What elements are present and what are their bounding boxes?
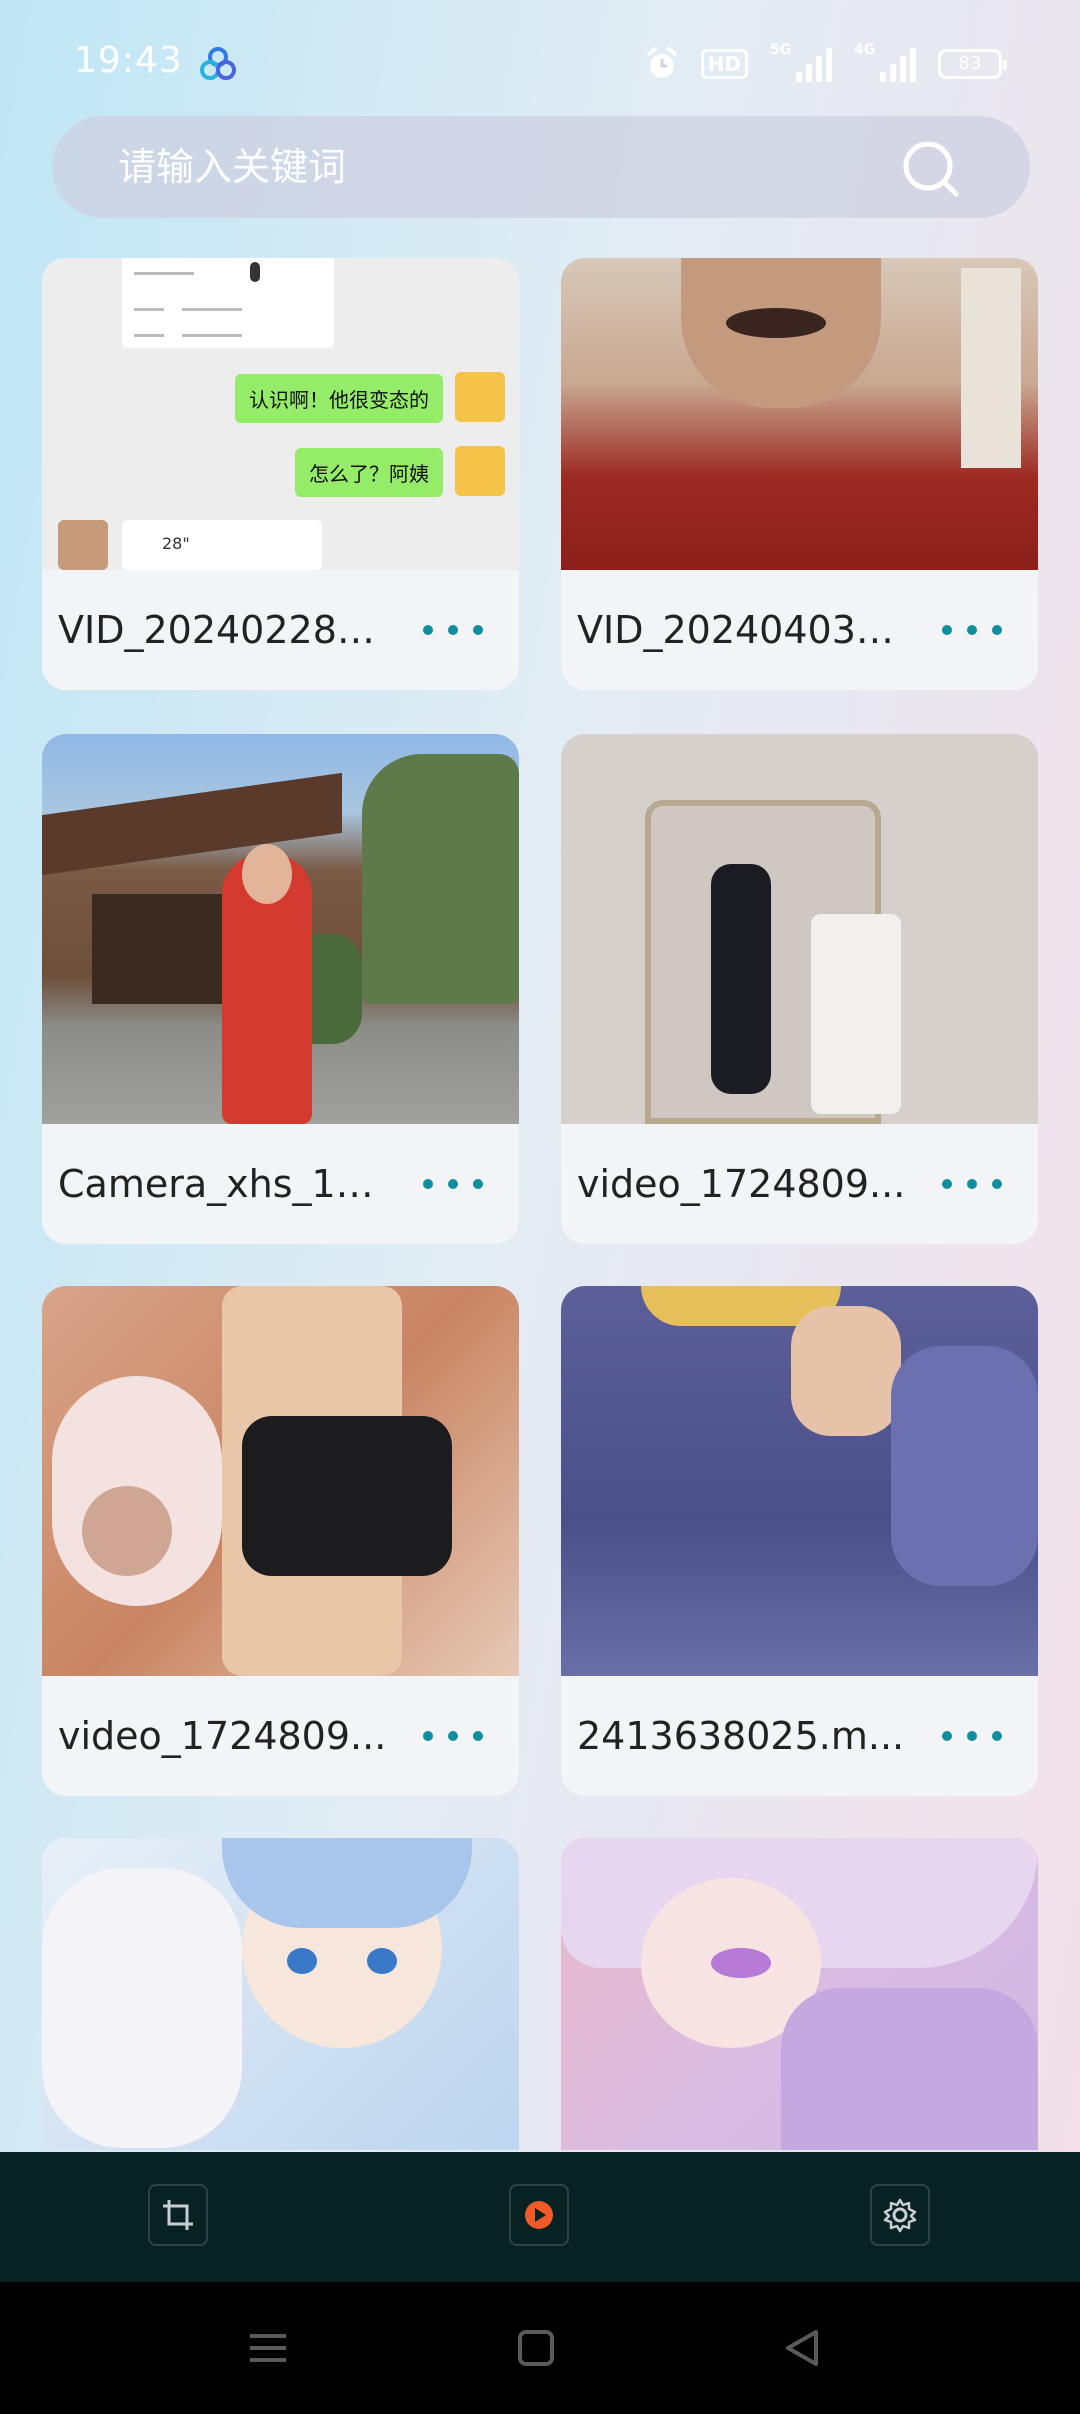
settings-icon [883,2198,917,2233]
video-title: VID_20240228_... [58,608,388,652]
menu-icon[interactable] [242,2322,294,2374]
more-options-button[interactable] [423,1166,483,1202]
tab-play[interactable] [509,2184,569,2246]
crop-icon [163,2200,193,2230]
video-card[interactable]: Camera_xhs_17... [42,734,519,1244]
video-title: VID_20240403_... [577,608,907,652]
play-icon [525,2201,553,2229]
chat-profile-snippet [122,258,334,348]
more-options-button[interactable] [423,612,483,648]
video-thumbnail[interactable]: 认识啊！他很变态的 怎么了？阿姨 28" [42,258,519,571]
more-options-button[interactable] [942,612,1002,648]
video-thumbnail[interactable] [561,258,1038,571]
video-grid: 认识啊！他很变态的 怎么了？阿姨 28" VID_20240228_... VI… [0,0,1080,2150]
video-card[interactable]: 2413638025.m... [561,1286,1038,1796]
video-thumbnail[interactable] [561,1286,1038,1676]
voice-duration: 28" [162,534,190,553]
tab-crop[interactable] [148,2184,208,2246]
video-title: 2413638025.m... [577,1714,905,1758]
video-card[interactable]: video_1724809... [42,1286,519,1796]
home-icon[interactable] [510,2322,562,2374]
tab-settings[interactable] [870,2184,930,2246]
chat-avatar-icon [455,372,505,422]
search-icon[interactable] [900,138,962,200]
video-thumbnail[interactable] [42,1838,519,2150]
chat-avatar-icon [455,446,505,496]
video-card[interactable]: video_1724809... [561,734,1038,1244]
search-bar[interactable] [52,116,1030,218]
voice-message: 28" [122,520,322,570]
video-card[interactable] [561,1838,1038,2150]
chat-bubble: 认识啊！他很变态的 [235,374,443,423]
more-options-button[interactable] [423,1718,483,1754]
system-nav-bar [0,2282,1080,2414]
video-thumbnail[interactable] [42,1286,519,1676]
search-input[interactable] [118,140,878,194]
video-title: video_1724809... [577,1162,906,1206]
video-title: Camera_xhs_17... [58,1162,388,1206]
video-card[interactable] [42,1838,519,2150]
chat-bubble: 怎么了？阿姨 [295,448,443,497]
more-options-button[interactable] [942,1166,1002,1202]
more-options-button[interactable] [942,1718,1002,1754]
video-card[interactable]: 认识啊！他很变态的 怎么了？阿姨 28" VID_20240228_... [42,258,519,690]
video-title: video_1724809... [58,1714,387,1758]
video-thumbnail[interactable] [561,1838,1038,2150]
video-thumbnail[interactable] [561,734,1038,1124]
video-thumbnail[interactable] [42,734,519,1124]
back-icon[interactable] [776,2322,828,2374]
bottom-tab-bar [0,2152,1080,2282]
video-card[interactable]: VID_20240403_... [561,258,1038,690]
chat-avatar-icon [58,520,108,570]
